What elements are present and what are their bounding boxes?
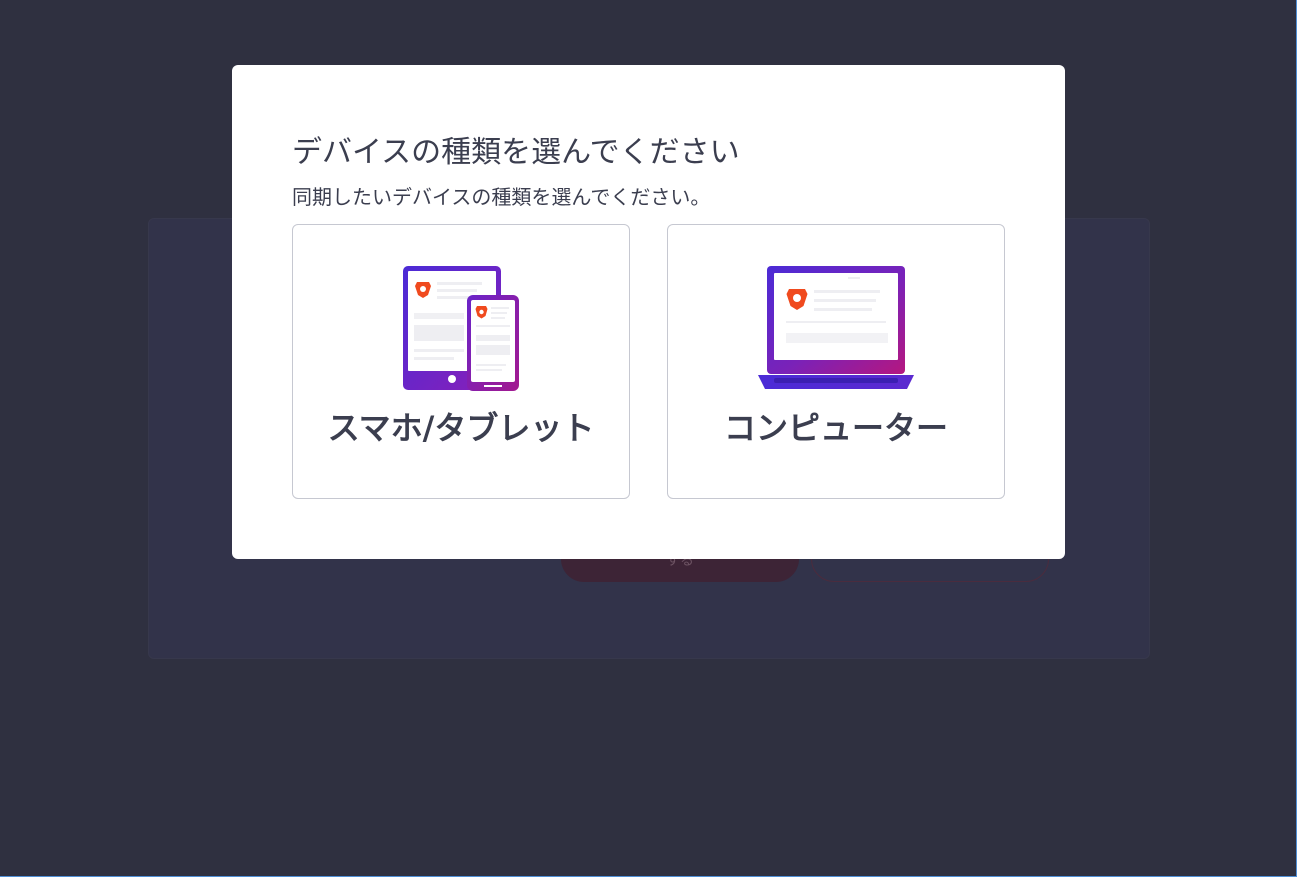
laptop-icon <box>758 266 914 389</box>
phone-tablet-option[interactable]: スマホ/タブレット <box>292 224 630 499</box>
dialog-subtitle: 同期したいデバイスの種類を選んでください。 <box>292 185 711 209</box>
computer-option[interactable]: コンピューター <box>667 224 1005 499</box>
computer-label: コンピューター <box>723 409 948 447</box>
device-type-dialog: デバイスの種類を選んでください 同期したいデバイスの種類を選んでください。 スマ… <box>232 65 1065 559</box>
dialog-title: デバイスの種類を選んでください <box>292 135 740 170</box>
phone-tablet-icon <box>403 266 519 391</box>
phone-tablet-label: スマホ/タブレット <box>327 409 595 447</box>
